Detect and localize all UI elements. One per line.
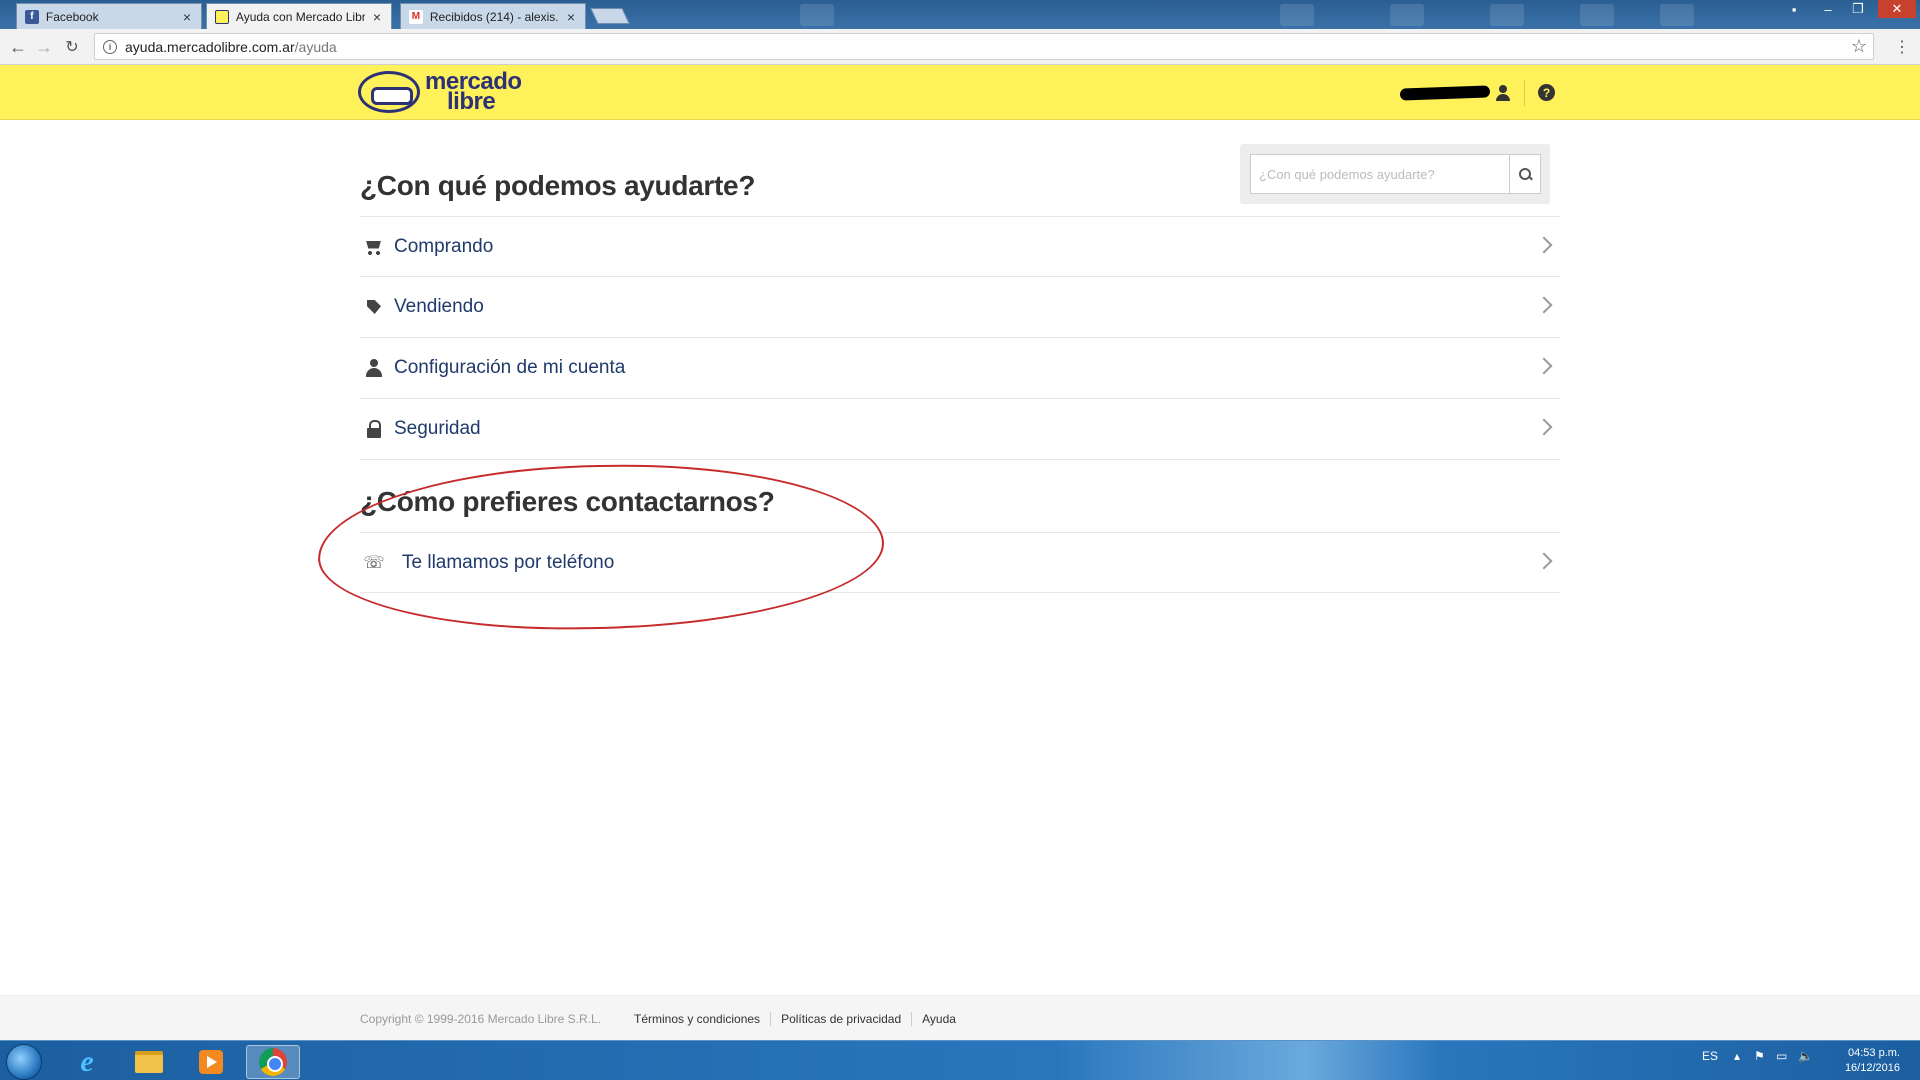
clock-date: 16/12/2016 xyxy=(1844,1062,1900,1074)
internet-explorer-icon[interactable]: e xyxy=(60,1045,114,1079)
background-decoration xyxy=(1490,4,1524,26)
help-topic-seguridad[interactable]: Seguridad xyxy=(360,399,1560,460)
language-indicator[interactable]: ES xyxy=(1702,1049,1718,1063)
contact-option-phone[interactable]: ☏ Te llamamos por teléfono xyxy=(360,532,1560,593)
media-player-icon[interactable] xyxy=(184,1045,238,1079)
tab-facebook[interactable]: f Facebook × xyxy=(16,3,202,29)
help-topics-list: Comprando Vendiendo Configuración de mi … xyxy=(360,216,1560,460)
user-menu[interactable] xyxy=(1399,84,1512,102)
help-topic-label: Seguridad xyxy=(394,418,481,439)
forward-icon[interactable]: → xyxy=(32,35,56,59)
background-decoration xyxy=(800,4,834,26)
url-bar[interactable]: i ayuda.mercadolibre.com.ar /ayuda ☆ xyxy=(94,33,1874,60)
help-topic-configuracion-cuenta[interactable]: Configuración de mi cuenta xyxy=(360,338,1560,399)
logo-line-2: libre xyxy=(447,88,496,115)
chrome-icon[interactable] xyxy=(246,1045,300,1079)
site-footer: Copyright © 1999-2016 Mercado Libre S.R.… xyxy=(0,995,1920,1040)
action-center-flag-icon[interactable]: ⚑ xyxy=(1754,1049,1765,1063)
chevron-right-icon xyxy=(1535,418,1553,436)
footer-link-privacy[interactable]: Políticas de privacidad xyxy=(770,1012,911,1026)
chevron-right-icon xyxy=(1535,236,1553,254)
site-header: mercado libre ? xyxy=(0,65,1920,120)
contact-options-list: ☏ Te llamamos por teléfono xyxy=(360,532,1560,593)
file-explorer-icon[interactable] xyxy=(122,1045,176,1079)
search-input[interactable] xyxy=(1250,154,1510,194)
tab-gmail-inbox[interactable]: M Recibidos (214) - alexis.z × xyxy=(400,3,586,29)
windows-taskbar: e ES ▴ ⚑ ▭ 🔈 04:53 p.m. 16/12/2016 xyxy=(0,1040,1920,1080)
chevron-right-icon xyxy=(1535,552,1553,570)
address-toolbar: ← → ↻ i ayuda.mercadolibre.com.ar /ayuda… xyxy=(0,29,1920,65)
url-host: ayuda.mercadolibre.com.ar xyxy=(125,38,295,55)
close-tab-icon[interactable]: × xyxy=(183,9,191,25)
footer-link-terms[interactable]: Términos y condiciones xyxy=(634,1012,770,1026)
show-hidden-icons-icon[interactable]: ▴ xyxy=(1734,1049,1740,1063)
reload-icon[interactable]: ↻ xyxy=(60,35,84,59)
tab-title: Facebook xyxy=(45,9,99,24)
cart-icon xyxy=(364,237,384,257)
user-icon xyxy=(364,358,384,378)
mercadolibre-logo[interactable]: mercado libre xyxy=(358,70,522,115)
background-decoration xyxy=(1390,4,1424,26)
user-profile-icon[interactable]: ▪ xyxy=(1780,0,1808,18)
browser-menu-icon[interactable]: ⋮ xyxy=(1894,37,1910,57)
close-tab-icon[interactable]: × xyxy=(567,9,575,25)
volume-icon[interactable]: 🔈 xyxy=(1798,1049,1813,1063)
search-icon xyxy=(1518,167,1532,181)
info-icon[interactable]: i xyxy=(103,39,117,54)
handshake-icon xyxy=(358,71,420,113)
restore-icon[interactable]: ❐ xyxy=(1844,0,1872,18)
help-topic-vendiendo[interactable]: Vendiendo xyxy=(360,277,1560,338)
chevron-right-icon xyxy=(1535,357,1553,375)
help-search xyxy=(1240,144,1550,204)
minimize-icon[interactable]: – xyxy=(1814,0,1842,18)
back-icon[interactable]: ← xyxy=(6,35,30,59)
chevron-right-icon xyxy=(1535,296,1553,314)
redacted-username xyxy=(1399,85,1491,101)
help-topics-title: ¿Con qué podemos ayudarte? xyxy=(360,170,756,201)
clock-time: 04:53 p.m. xyxy=(1848,1047,1900,1059)
bookmark-star-icon[interactable]: ☆ xyxy=(1851,36,1867,57)
copyright-text: Copyright © 1999-2016 Mercado Libre S.R.… xyxy=(360,1012,601,1026)
background-decoration xyxy=(1580,4,1614,26)
tab-ayuda-mercado-libre[interactable]: Ayuda con Mercado Libr × xyxy=(206,3,392,29)
gmail-icon: M xyxy=(409,9,423,24)
browser-tab-strip: f Facebook × Ayuda con Mercado Libr × M … xyxy=(0,0,1920,29)
help-topic-label: Vendiendo xyxy=(394,296,484,317)
search-button[interactable] xyxy=(1509,154,1541,194)
help-topic-comprando[interactable]: Comprando xyxy=(360,216,1560,277)
footer-link-help[interactable]: Ayuda xyxy=(911,1012,966,1026)
close-window-icon[interactable]: ✕ xyxy=(1878,0,1916,18)
help-icon[interactable]: ? xyxy=(1538,84,1555,101)
header-divider xyxy=(1524,80,1525,106)
logo-text: mercado libre xyxy=(425,70,522,115)
tab-title: Recibidos (214) - alexis.z xyxy=(429,9,559,24)
tag-icon xyxy=(364,297,384,317)
footer-links: Términos y condiciones Políticas de priv… xyxy=(634,1012,966,1026)
background-decoration xyxy=(1280,4,1314,26)
help-topic-label: Configuración de mi cuenta xyxy=(394,357,626,378)
user-icon xyxy=(1494,84,1512,102)
system-clock[interactable]: 04:53 p.m. 16/12/2016 xyxy=(1830,1046,1900,1076)
tab-title: Ayuda con Mercado Libr xyxy=(235,9,365,24)
start-button[interactable] xyxy=(6,1044,42,1080)
contact-title: ¿Cómo prefieres contactarnos? xyxy=(360,486,775,517)
help-topic-label: Comprando xyxy=(394,235,494,257)
mercadolibre-icon xyxy=(215,9,229,24)
facebook-icon: f xyxy=(25,9,39,24)
network-icon[interactable]: ▭ xyxy=(1776,1049,1787,1063)
phone-icon: ☏ xyxy=(363,552,385,572)
close-tab-icon[interactable]: × xyxy=(373,9,381,25)
url-path: /ayuda xyxy=(294,38,337,55)
lock-icon xyxy=(364,419,384,439)
background-decoration xyxy=(1660,4,1694,26)
contact-option-label: Te llamamos por teléfono xyxy=(402,551,615,573)
new-tab-button[interactable] xyxy=(590,8,630,24)
